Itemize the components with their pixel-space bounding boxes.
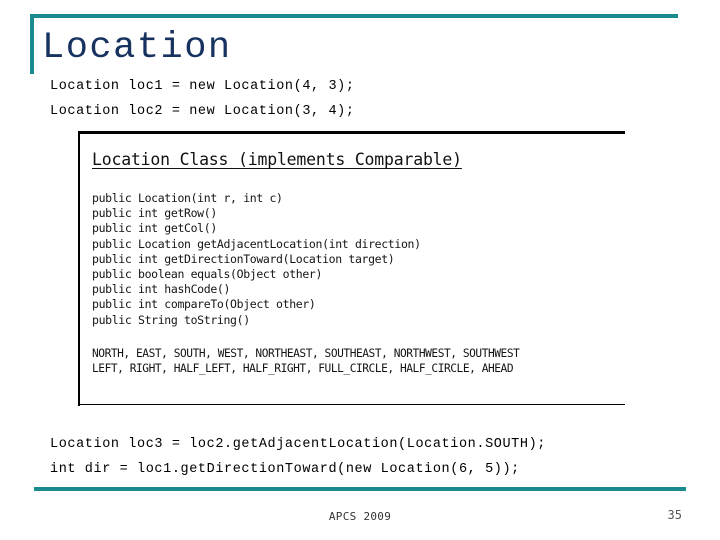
method-signature: public String toString() xyxy=(92,312,250,327)
code-line: int dir = loc1.getDirectionToward(new Lo… xyxy=(50,462,520,477)
figure-border-bottom xyxy=(78,404,625,405)
method-signature-list: public Location(int r, int c) public int… xyxy=(92,191,612,328)
code-block-top: Location loc1 = new Location(4, 3); Loca… xyxy=(50,74,670,124)
page-title: Location xyxy=(42,27,232,69)
slide: Location Location loc1 = new Location(4,… xyxy=(0,0,720,540)
figure-content: Location Class (implements Comparable) p… xyxy=(92,149,612,377)
method-signature: public Location getAdjacentLocation(int … xyxy=(92,236,421,251)
accent-rule-top xyxy=(30,14,678,18)
accent-rule-bottom xyxy=(34,487,686,491)
code-block-bottom: Location loc3 = loc2.getAdjacentLocation… xyxy=(50,432,690,482)
page-number: 35 xyxy=(667,508,682,522)
code-line: Location loc3 = loc2.getAdjacentLocation… xyxy=(50,437,546,452)
code-line: Location loc2 = new Location(3, 4); xyxy=(50,104,355,119)
method-signature: public int getRow() xyxy=(92,206,217,221)
method-signature: public int compareTo(Object other) xyxy=(92,297,316,312)
accent-rule-left xyxy=(30,14,34,74)
figure-heading: Location Class (implements Comparable) xyxy=(92,150,462,169)
figure-border-left xyxy=(78,131,80,406)
method-signature: public int getCol() xyxy=(92,221,217,236)
figure-border-top xyxy=(78,131,625,134)
constant-line: LEFT, RIGHT, HALF_LEFT, HALF_RIGHT, FULL… xyxy=(92,362,514,376)
method-signature: public boolean equals(Object other) xyxy=(92,267,323,282)
footer-label: APCS 2009 xyxy=(328,510,392,523)
location-class-figure: Location Class (implements Comparable) p… xyxy=(78,131,625,406)
method-signature: public int getDirectionToward(Location t… xyxy=(92,251,395,266)
constant-line: NORTH, EAST, SOUTH, WEST, NORTHEAST, SOU… xyxy=(92,346,520,360)
method-signature: public int hashCode() xyxy=(92,282,231,297)
code-line: Location loc1 = new Location(4, 3); xyxy=(50,79,355,94)
method-signature: public Location(int r, int c) xyxy=(92,191,283,205)
constant-list: NORTH, EAST, SOUTH, WEST, NORTHEAST, SOU… xyxy=(92,346,612,377)
